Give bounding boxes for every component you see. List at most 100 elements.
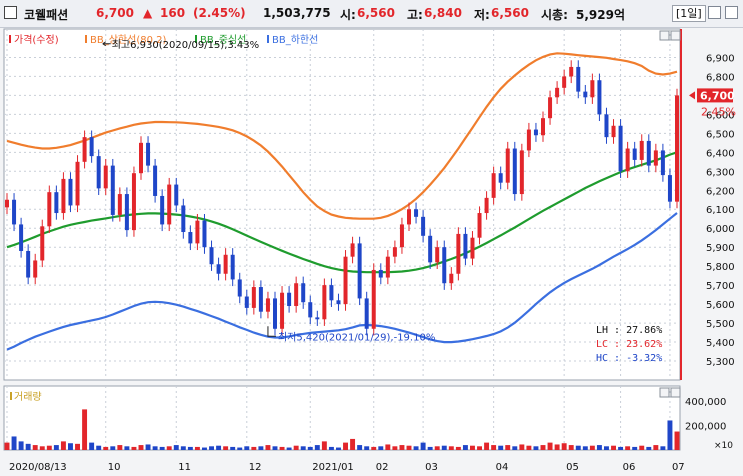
volume-bar xyxy=(216,445,222,450)
volume-bar xyxy=(434,446,440,450)
price-candle-up xyxy=(675,95,679,202)
legend-3: BB_하한선 xyxy=(272,33,318,46)
low-annotation: 최저5,420(2021/01/29),-19.10% xyxy=(278,331,435,343)
x-tick-label: 11 xyxy=(178,462,191,473)
y-tick-label: 6,800 xyxy=(706,72,735,83)
volume-bar xyxy=(533,446,539,450)
price-candle-up xyxy=(639,140,644,160)
price-candle-down xyxy=(146,142,151,166)
price-candle-up xyxy=(541,118,545,136)
current-price-pointer xyxy=(689,91,695,100)
volume-bar xyxy=(364,446,370,450)
volume-bar xyxy=(611,445,616,450)
y-tick-label: 5,800 xyxy=(706,262,735,273)
price-candle-up xyxy=(569,66,574,77)
volume-bar xyxy=(272,446,278,450)
current-price-label: 6,700 xyxy=(700,89,735,102)
price-candle-up xyxy=(611,125,616,138)
y-tick-label: 5,400 xyxy=(706,338,735,349)
x-tick-label: 05 xyxy=(566,462,579,473)
price-candle-up xyxy=(435,247,440,263)
price-candle-up xyxy=(265,298,270,312)
price-candle-up xyxy=(223,254,228,274)
price-candle-up xyxy=(392,247,397,257)
volume-tick-label: 200,000 xyxy=(685,421,726,432)
volume-bar xyxy=(202,447,207,450)
volume-bar xyxy=(568,445,574,450)
price-candle-up xyxy=(167,184,172,225)
y-tick-label: 5,500 xyxy=(706,319,735,330)
price-candle-down xyxy=(421,216,426,236)
y-tick-label: 6,400 xyxy=(706,148,735,159)
price-candle-up xyxy=(322,285,327,320)
price-panel-close-button xyxy=(670,30,681,41)
volume-bar xyxy=(519,444,525,450)
price-candle-up xyxy=(343,256,348,305)
volume-bar xyxy=(512,446,518,450)
price-candle-down xyxy=(258,287,263,312)
volume-bar xyxy=(625,446,631,450)
price-candle-down xyxy=(202,220,207,248)
x-tick-label: 02 xyxy=(376,462,389,473)
volume-bar xyxy=(39,446,45,450)
volume-bar xyxy=(194,446,200,450)
volume-bar xyxy=(46,445,52,450)
volume-bar xyxy=(4,442,10,450)
volume-bar xyxy=(343,442,348,450)
volume-bar xyxy=(505,445,511,450)
price-candle-up xyxy=(505,148,510,183)
price-candle-up xyxy=(75,161,80,206)
volume-bar xyxy=(173,445,179,450)
volume-bar xyxy=(399,445,405,450)
volume-bar xyxy=(131,446,137,450)
price-candle-up xyxy=(526,129,531,151)
price-candle-down xyxy=(19,224,24,251)
price-candle-down xyxy=(174,184,179,206)
legend-0: 가격(수정) xyxy=(14,33,59,46)
volume-bar xyxy=(378,446,384,450)
volume-bar xyxy=(96,445,102,450)
volume-bar xyxy=(561,443,567,450)
volume-bar xyxy=(152,446,158,450)
price-panel-settings-button xyxy=(659,30,670,41)
price-candle-down xyxy=(667,175,672,202)
volume-bar xyxy=(618,446,624,450)
y-tick-label: 5,900 xyxy=(706,243,735,254)
price-candle-up xyxy=(484,197,489,214)
price-candle-down xyxy=(357,243,362,299)
price-candle-down xyxy=(12,199,17,225)
current-pct-label: 2.45% xyxy=(701,105,736,118)
volume-bar xyxy=(632,446,638,450)
volume-bar xyxy=(540,445,546,450)
x-tick-label: 06 xyxy=(623,462,636,473)
price-candle-up xyxy=(590,80,595,98)
price-candle-down xyxy=(632,148,637,160)
price-candle-down xyxy=(336,300,341,305)
price-candle-down xyxy=(618,125,623,172)
legend-marker xyxy=(85,35,87,43)
price-candle-up xyxy=(61,178,66,214)
price-candle-up xyxy=(294,283,299,307)
x-tick-label: 07 xyxy=(672,462,685,473)
volume-bar xyxy=(554,444,560,450)
price-candle-down xyxy=(646,140,651,166)
price-candle-up xyxy=(139,142,143,174)
price-candle-up xyxy=(519,150,524,195)
volume-bar xyxy=(293,445,299,450)
volume-bar xyxy=(138,445,144,450)
price-candle-up xyxy=(449,273,454,284)
price-candle-down xyxy=(329,285,334,301)
volume-bar xyxy=(448,446,454,450)
price-candle-down xyxy=(68,178,73,206)
volume-bar xyxy=(491,445,497,450)
lh-stat: LH : 27.86% xyxy=(596,325,662,336)
volume-bar xyxy=(477,446,482,450)
volume-bar xyxy=(604,446,609,450)
volume-bar xyxy=(265,445,271,450)
volume-bar xyxy=(427,446,433,450)
y-tick-label: 6,100 xyxy=(706,205,735,216)
price-candle-up xyxy=(40,226,45,261)
volume-bar xyxy=(75,443,80,450)
volume-bar xyxy=(53,445,59,450)
y-tick-label: 6,000 xyxy=(706,224,735,235)
